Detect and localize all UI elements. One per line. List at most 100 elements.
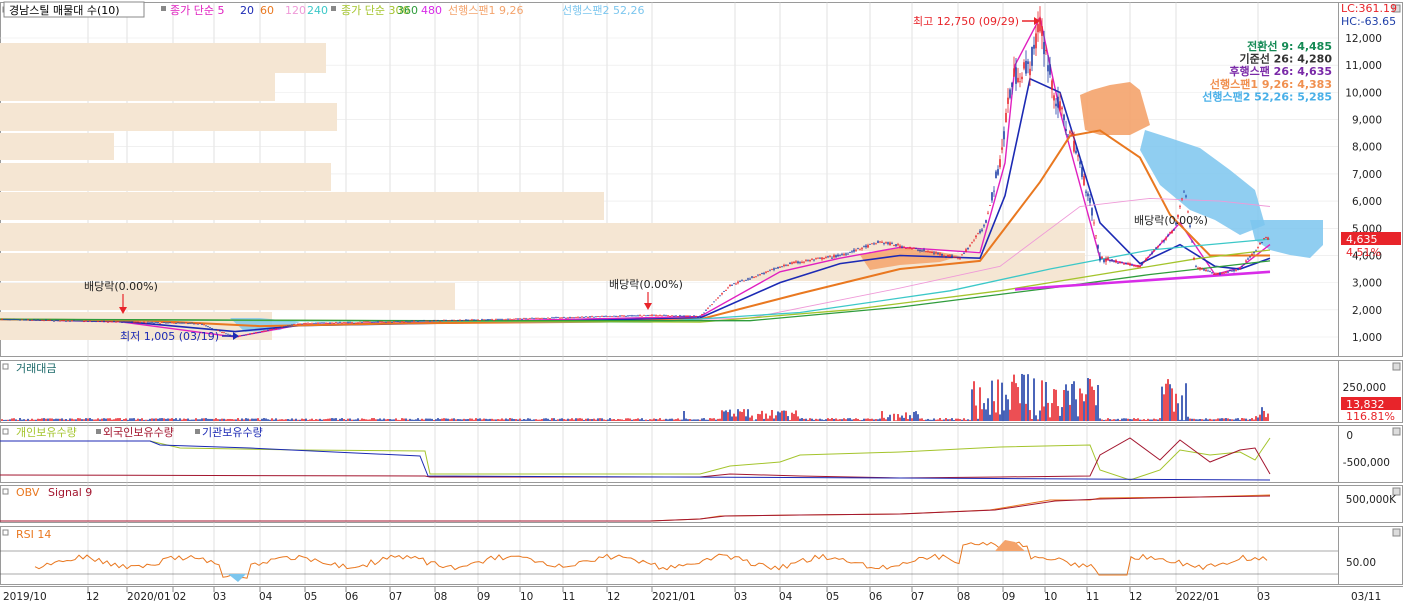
candle-body — [93, 321, 95, 322]
dividend-annotation-2: 배당락(0.00%) — [609, 278, 683, 291]
candle-body — [943, 255, 945, 257]
candle-body — [1029, 68, 1031, 76]
candle-body — [257, 332, 259, 333]
candle-body — [549, 318, 551, 319]
volume-bar — [317, 419, 319, 421]
candle-body — [5, 319, 7, 320]
candle-body — [105, 321, 107, 322]
volume-bar — [187, 418, 189, 421]
volume-bar — [271, 418, 273, 421]
candle-body — [757, 274, 759, 276]
candle-body — [287, 325, 289, 327]
candle-body — [1165, 238, 1167, 240]
volume-bar — [723, 411, 725, 421]
candle-body — [1143, 261, 1145, 263]
candle-body — [103, 320, 105, 322]
candle-body — [133, 322, 135, 323]
volume-bar — [931, 419, 933, 421]
candle-body — [547, 317, 549, 319]
volume-bar — [1195, 419, 1197, 421]
volume-bar — [1229, 419, 1231, 421]
volume-bar — [551, 418, 553, 421]
candle-body — [431, 320, 433, 322]
candle-body — [429, 320, 431, 322]
volume-bar — [77, 418, 79, 421]
candle-body — [187, 322, 189, 324]
volume-bar — [987, 398, 989, 421]
volume-bar — [279, 419, 281, 421]
volume-bar — [667, 419, 669, 421]
candle-body — [601, 315, 603, 317]
x-tick-label: 08 — [434, 591, 447, 603]
volume-bar — [943, 419, 945, 421]
volume-bar — [1167, 379, 1169, 421]
candle-body — [255, 332, 257, 334]
candle-body — [1065, 129, 1067, 132]
candle-body — [1243, 263, 1245, 265]
volume-profile-bar — [0, 283, 455, 310]
candle-body — [979, 230, 981, 233]
volume-bar — [383, 418, 385, 421]
volume-bar — [777, 411, 779, 421]
volume-bar — [999, 414, 1001, 421]
volume-bar — [111, 419, 113, 421]
chart-title: 경남스틸 매물대 수(10) — [9, 4, 120, 17]
x-tick-label: 05 — [304, 591, 317, 603]
candle-body — [613, 315, 615, 317]
candle-body — [517, 318, 519, 320]
candle-body — [743, 280, 745, 282]
candle-body — [495, 319, 497, 320]
volume-bar — [291, 418, 293, 421]
volume-bar — [927, 418, 929, 421]
candle-body — [523, 318, 525, 320]
candle-body — [225, 333, 227, 335]
candle-body — [1245, 260, 1247, 262]
volume-bar — [977, 418, 979, 421]
volume-bar — [561, 418, 563, 421]
candle-body — [565, 317, 567, 319]
volume-bar — [761, 410, 763, 421]
candle-body — [221, 332, 223, 333]
volume-bar — [27, 418, 29, 421]
candle-body — [785, 265, 787, 267]
candle-body — [33, 319, 35, 321]
candle-body — [1021, 76, 1023, 80]
candle-body — [451, 320, 453, 321]
candle-body — [125, 321, 127, 323]
volume-bar — [743, 409, 745, 421]
stock-chart[interactable]: 12,00011,00010,0009,0008,0007,0006,0005,… — [0, 0, 1403, 606]
candle-body — [541, 317, 543, 319]
candle-body — [167, 322, 169, 324]
candle-body — [1031, 46, 1033, 66]
volume-bar — [91, 419, 93, 421]
candle-body — [693, 315, 695, 317]
volume-bar — [1199, 418, 1201, 421]
volume-bar — [1115, 419, 1117, 421]
volume-bar — [81, 419, 83, 421]
candle-body — [75, 320, 77, 322]
volume-bar — [509, 418, 511, 421]
volume-bar — [823, 419, 825, 421]
volume-bar — [1141, 419, 1143, 421]
candle-body — [191, 322, 193, 324]
candle-body — [1173, 229, 1175, 231]
candle-body — [855, 249, 857, 251]
volume-bar — [37, 418, 39, 421]
candle-body — [3, 319, 5, 320]
candle-body — [745, 279, 747, 281]
candle-body — [443, 319, 445, 321]
volume-bar — [437, 418, 439, 421]
candle-body — [755, 276, 757, 278]
candle-body — [829, 255, 831, 257]
candle-body — [1259, 242, 1261, 245]
candle-body — [329, 322, 331, 324]
candle-body — [941, 253, 943, 256]
candle-body — [1201, 268, 1203, 270]
volume-bar — [995, 412, 997, 421]
candle-body — [249, 333, 251, 335]
volume-bar — [1107, 418, 1109, 421]
volume-bar — [601, 418, 603, 421]
candle-body — [445, 319, 447, 321]
candle-body — [435, 320, 437, 322]
volume-bar — [337, 419, 339, 421]
